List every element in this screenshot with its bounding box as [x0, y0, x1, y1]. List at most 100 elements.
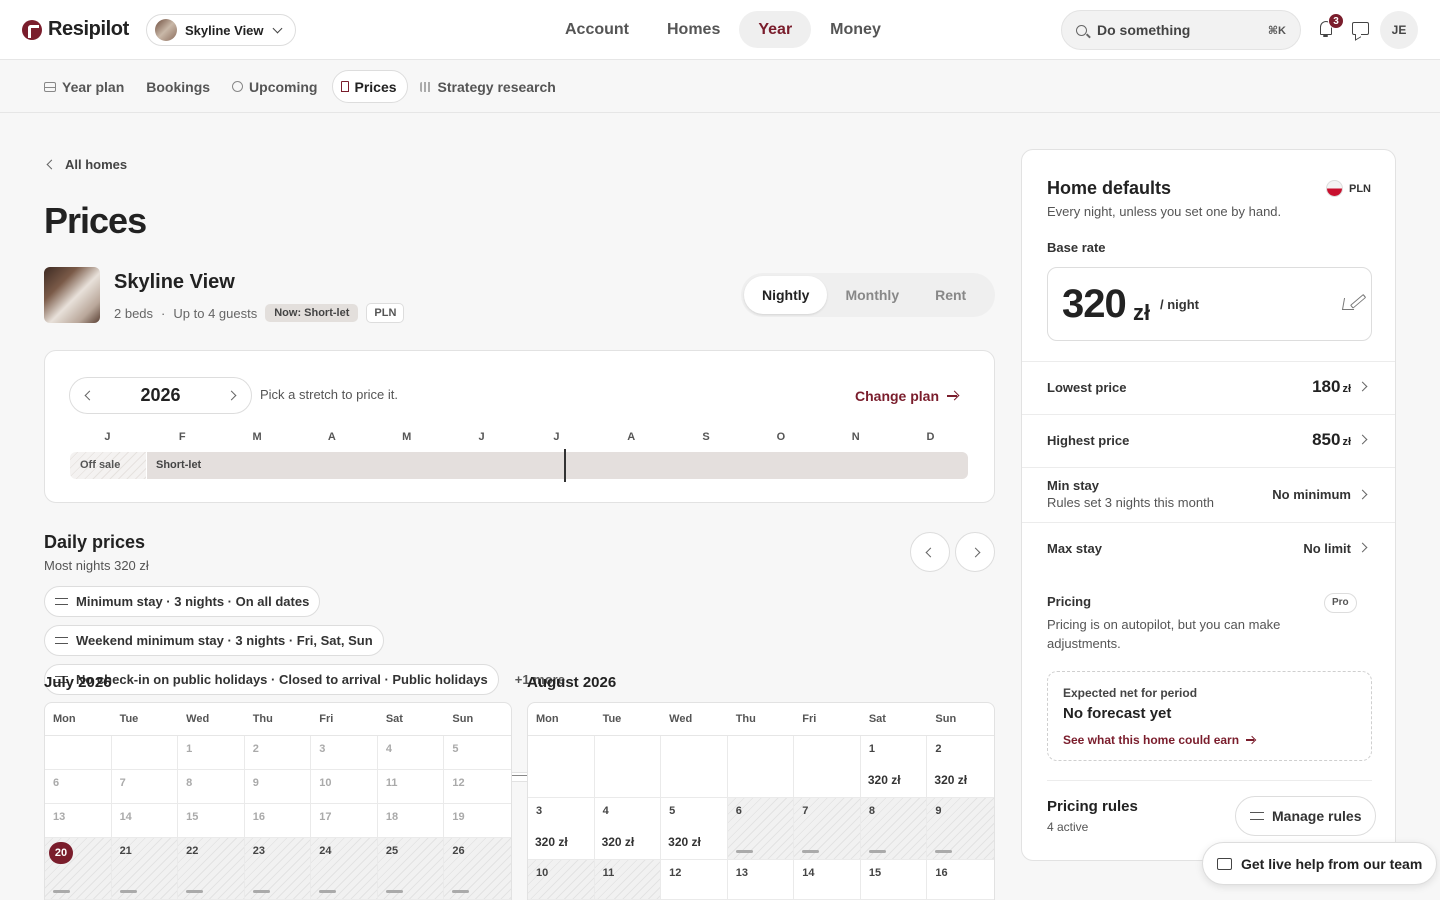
calendar-day: 3	[311, 736, 378, 770]
calendar-day[interactable]: 21	[111, 838, 179, 900]
day-number: 16	[252, 811, 265, 823]
clock-icon	[232, 81, 244, 92]
prev-year-button[interactable]	[84, 390, 95, 401]
home-guests: Up to 4 guests	[173, 305, 258, 321]
day-number: 26	[452, 845, 465, 857]
calendar-day[interactable]: 6	[727, 798, 795, 860]
status-badge: Now: Short-let	[265, 304, 359, 322]
row-label: Lowest price	[1047, 380, 1127, 395]
unavailable-marker	[319, 890, 337, 893]
next-month-button[interactable]	[955, 532, 995, 572]
unavailable-marker	[119, 890, 137, 893]
day-number: 23	[252, 845, 265, 857]
segment-short-let[interactable]: Short-let	[147, 452, 968, 479]
month-label: J	[553, 431, 560, 443]
rule-chip[interactable]: Weekend minimum stay · 3 nights · Fri, S…	[44, 625, 384, 656]
bar-chart-icon	[419, 81, 432, 92]
chevron-right-icon	[970, 547, 980, 557]
tab-year-plan[interactable]: Year plan	[36, 70, 134, 103]
mode-nightly[interactable]: Nightly	[744, 276, 828, 314]
manage-rules-button[interactable]: Manage rules	[1235, 796, 1377, 836]
calendar-day[interactable]: 16	[927, 860, 994, 900]
rule-chip[interactable]: Minimum stay · 3 nights · On all dates	[44, 586, 321, 617]
rule-chip-label: Minimum stay · 3 nights · On all dates	[76, 594, 310, 609]
mode-monthly[interactable]: Monthly	[827, 276, 917, 314]
day-number: 21	[119, 845, 132, 857]
earnings-link[interactable]: See what this home could earn	[1063, 733, 1255, 747]
calendar-day[interactable]: 8	[860, 798, 928, 860]
calendar-day[interactable]: 2 320 zł	[927, 736, 994, 798]
day-number: 1	[186, 743, 193, 755]
panel-title: Home defaults	[1047, 178, 1172, 198]
weekday-label: Mon	[53, 713, 76, 725]
calendar-day[interactable]: 4 320 zł	[594, 798, 662, 860]
day-number: 4	[385, 743, 392, 755]
day-number: 5	[669, 805, 676, 817]
unavailable-marker	[868, 850, 886, 853]
unavailable-marker	[385, 890, 403, 893]
day-price: 320 zł	[668, 835, 701, 849]
calendar-day[interactable]: 23	[244, 838, 312, 900]
logo[interactable]: Resipilot	[22, 18, 129, 41]
mode-rent[interactable]: Rent	[917, 276, 984, 314]
calendar-day[interactable]: 10	[528, 860, 595, 900]
nav-homes[interactable]: Homes	[648, 11, 739, 48]
base-rate-field[interactable]: 320 zł / night	[1047, 267, 1372, 341]
calendar-day[interactable]: 7	[794, 798, 861, 860]
back-link[interactable]: All homes	[46, 157, 128, 172]
live-help-button[interactable]: Get live help from our team	[1202, 842, 1438, 885]
tab-bookings[interactable]: Bookings	[138, 70, 615, 782]
tab-label: Upcoming	[249, 78, 318, 95]
nav-money[interactable]: Money	[811, 11, 900, 48]
next-year-button[interactable]	[226, 390, 237, 401]
rule-chip[interactable]: No check-in on public holidays · Closed …	[44, 664, 499, 695]
calendar-day[interactable]: 1 320 zł	[860, 736, 928, 798]
tab-upcoming[interactable]: Upcoming	[224, 70, 327, 103]
row-min-stay[interactable]: Min stay Rules set 3 nights this month N…	[1022, 467, 1395, 522]
calendar-day[interactable]: 26	[444, 838, 511, 900]
calendar-day[interactable]: 12	[661, 860, 728, 900]
calendar-day[interactable]: 22	[178, 838, 245, 900]
calendar-day[interactable]: 9	[927, 798, 994, 860]
command-search[interactable]: Do something ⌘K	[1061, 10, 1301, 50]
row-value: 850 zł	[1312, 430, 1351, 449]
prev-month-button[interactable]	[910, 532, 950, 572]
pricing-description: Pricing is on autopilot, but you can mak…	[1047, 617, 1281, 651]
calendar-day[interactable]: 14	[794, 860, 861, 900]
user-avatar[interactable]: JE	[1380, 11, 1418, 49]
forecast-label: Expected net for period	[1063, 686, 1198, 700]
tab-strategy-research[interactable]: Strategy research	[412, 70, 566, 103]
segment-off-sale[interactable]: Off sale	[70, 452, 146, 479]
row-max-stay[interactable]: Max stay No limit	[1022, 522, 1395, 575]
home-switcher[interactable]: Skyline View	[146, 14, 296, 46]
calendar-day[interactable]: 3 320 zł	[528, 798, 595, 860]
day-number: 11	[602, 867, 615, 879]
nav-account[interactable]: Account	[546, 11, 648, 48]
chevron-down-icon	[272, 23, 282, 33]
calendar-day[interactable]: 11	[594, 860, 662, 900]
home-name: Skyline View	[114, 271, 235, 293]
tab-prices[interactable]: Prices	[331, 70, 408, 103]
weekday-label: Sat	[385, 713, 403, 725]
nav-year[interactable]: Year	[739, 11, 812, 48]
change-plan-link[interactable]: Change plan	[855, 388, 958, 404]
row-highest-price[interactable]: Highest price 850 zł	[1022, 414, 1395, 467]
calendar-day[interactable]: 20	[45, 838, 112, 900]
calendar-day	[594, 736, 662, 798]
row-lowest-price[interactable]: Lowest price 180 zł	[1022, 361, 1395, 414]
base-rate-label: Base rate	[1047, 240, 1106, 255]
edit-pencil-icon[interactable]	[1341, 298, 1357, 310]
messages-icon[interactable]	[1352, 22, 1369, 35]
calendar-day[interactable]: 15	[860, 860, 928, 900]
calendar-day[interactable]: 24	[311, 838, 378, 900]
row-value: No minimum	[1272, 487, 1351, 502]
calendar-day: 4	[377, 736, 445, 770]
back-link-label: All homes	[65, 157, 128, 172]
calendar-day: 11	[377, 770, 445, 804]
calendar-day[interactable]: 5 320 zł	[661, 798, 728, 860]
day-price: 320 zł	[601, 835, 635, 849]
year-timeline[interactable]: Off sale Short-let	[70, 449, 968, 482]
calendar-day[interactable]: 13	[727, 860, 795, 900]
poland-flag-icon	[1326, 180, 1343, 197]
calendar-day[interactable]: 25	[377, 838, 445, 900]
